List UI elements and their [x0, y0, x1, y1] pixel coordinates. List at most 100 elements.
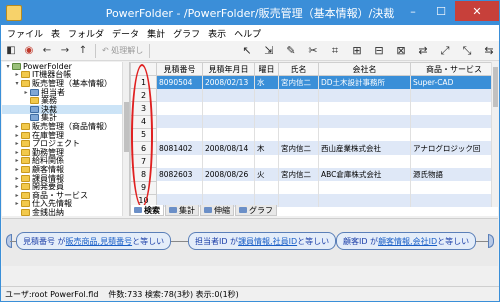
table-cell[interactable] [318, 115, 411, 129]
table-cell[interactable]: アナログロジック回 [410, 141, 498, 155]
tree-item[interactable]: ▸ 給料関係 [2, 156, 129, 165]
up-arrow-icon[interactable]: ↑ [75, 43, 91, 59]
tool-c-icon[interactable]: ✎ [281, 43, 301, 59]
undo-process-button[interactable]: ↶ 処理解し [100, 43, 145, 59]
expander-icon[interactable]: ▸ [22, 88, 30, 97]
table-cell[interactable] [202, 101, 255, 116]
table-cell[interactable] [156, 88, 203, 102]
tree-item[interactable]: ▸ 担当者 [2, 88, 129, 97]
table-cell[interactable] [318, 88, 411, 102]
table-cell[interactable] [278, 154, 319, 168]
table-cell[interactable] [202, 181, 255, 195]
table-cell[interactable] [202, 154, 255, 168]
table-row[interactable]: 3 [130, 101, 498, 116]
table-cell[interactable]: 8081402 [156, 141, 203, 155]
table-cell[interactable]: Super-CAD [410, 75, 498, 89]
table-cell[interactable] [254, 154, 279, 168]
col-header[interactable]: 曜日 [254, 62, 279, 76]
table-cell[interactable] [202, 115, 255, 129]
table-row[interactable]: 6 8081402 2008/08/14 木宮内信二 西山産業株式会社 アナログロジック回 [130, 140, 498, 156]
expander-icon[interactable]: ▾ [4, 62, 12, 71]
table-cell[interactable]: 8082603 [156, 167, 203, 181]
menu-help[interactable]: ヘルプ [230, 27, 265, 40]
close-button[interactable]: ✕ [455, 1, 499, 21]
table-row[interactable]: 8 8082603 2008/08/26 火宮内信二 ABC倉庫株式会社 源氏物語 [130, 167, 498, 182]
table-cell[interactable] [318, 194, 411, 207]
table-cell[interactable]: 2008/02/13 [202, 75, 255, 89]
table-row[interactable]: 7 [130, 154, 498, 169]
tree-item[interactable]: ▸ 在庫管理 [2, 131, 129, 140]
table-row[interactable]: 5 [130, 127, 498, 142]
table-cell[interactable]: 水 [254, 75, 279, 89]
table-cell[interactable] [318, 181, 411, 195]
tree-item[interactable]: ▸ 販売管理（商品情報） [2, 122, 129, 131]
col-header[interactable]: 見積番号 [156, 62, 203, 76]
tree-item[interactable]: ▾ 販売管理（基本情報） [2, 79, 129, 88]
table-cell[interactable] [278, 181, 319, 195]
table-cell[interactable] [156, 154, 203, 168]
tree-item[interactable]: ▸ 課員情報 [2, 174, 129, 183]
table-cell[interactable] [278, 88, 319, 102]
tree-item[interactable]: 業務 [2, 96, 129, 105]
table-cell[interactable] [410, 181, 498, 195]
table-row[interactable]: 2 [130, 88, 498, 103]
tool-j-icon[interactable]: ⤢ [435, 43, 455, 59]
forward-arrow-icon[interactable]: → [57, 43, 73, 59]
row-number[interactable]: 4 [130, 114, 157, 129]
back-arrow-icon[interactable]: ← [39, 43, 55, 59]
table-cell[interactable] [202, 128, 255, 142]
filter-chip-staff[interactable]: 担当者ID が 課員情報,社員ID と等しい [188, 232, 337, 250]
tree-item[interactable]: ▸ 顧客情報 [2, 165, 129, 174]
menu-table[interactable]: 表 [47, 27, 64, 40]
row-number[interactable]: 3 [130, 101, 157, 116]
tree-scrollbar[interactable] [122, 62, 129, 216]
tab-search[interactable]: 検索 [130, 205, 164, 216]
table-row[interactable]: 9 [130, 180, 498, 195]
tab-aggregate[interactable]: 集計 [165, 205, 199, 216]
table-cell[interactable]: 源氏物語 [410, 167, 498, 181]
tree-item[interactable]: 決裁 [2, 105, 129, 114]
table-cell[interactable]: 8090504 [156, 75, 203, 89]
row-number[interactable]: 5 [130, 127, 157, 142]
table-cell[interactable] [410, 194, 498, 207]
table-cell[interactable]: ABC倉庫株式会社 [318, 167, 411, 181]
row-number[interactable]: 8 [130, 167, 157, 182]
tree-item[interactable]: 金銭出納 [2, 208, 129, 216]
table-row[interactable]: 4 [130, 114, 498, 129]
table-cell[interactable] [410, 101, 498, 116]
table-cell[interactable] [156, 128, 203, 142]
minimize-button[interactable]: – [399, 1, 427, 21]
table-cell[interactable] [202, 88, 255, 102]
table-cell[interactable] [156, 101, 203, 116]
maximize-button[interactable]: ☐ [427, 1, 455, 21]
eye-icon[interactable]: ◉ [21, 43, 37, 59]
tree-item[interactable]: 集計 [2, 113, 129, 122]
row-number[interactable]: 6 [130, 140, 157, 156]
table-cell[interactable] [278, 128, 319, 142]
table-cell[interactable] [318, 128, 411, 142]
grid-scrollbar[interactable] [491, 62, 498, 207]
menu-file[interactable]: ファイル [3, 27, 47, 40]
table-row[interactable]: 1 8090504 2008/02/13 水宮内信二 DD土木設計事務所 Super-CA… [130, 74, 498, 90]
col-header[interactable]: 氏名 [278, 62, 319, 76]
tool-a-icon[interactable]: ↖ [237, 43, 257, 59]
expander-icon[interactable]: ▸ [13, 199, 21, 208]
table-cell[interactable]: 宮内信二 [278, 75, 319, 89]
table-cell[interactable]: 2008/08/14 [202, 141, 255, 155]
tab-stretch[interactable]: 伸縮 [200, 205, 234, 216]
tool-d-icon[interactable]: ✂ [303, 43, 323, 59]
menu-graph[interactable]: グラフ [169, 27, 204, 40]
tree-item[interactable]: ▸ IT機器台帳 [2, 70, 129, 79]
tree-item[interactable]: ▸ 開発要員 [2, 182, 129, 191]
tool-b-icon[interactable]: ⇲ [259, 43, 279, 59]
tool-g-icon[interactable]: ⊟ [369, 43, 389, 59]
table-cell[interactable]: 西山産業株式会社 [318, 141, 411, 155]
table-cell[interactable] [156, 115, 203, 129]
table-cell[interactable] [318, 154, 411, 168]
tree-item[interactable]: ▸ 仕入先情報 [2, 199, 129, 208]
menu-view[interactable]: 表示 [204, 27, 230, 40]
corner-cell[interactable] [130, 62, 157, 76]
table-cell[interactable] [254, 101, 279, 116]
table-cell[interactable] [278, 101, 319, 116]
col-header[interactable]: 商品・サービス [410, 62, 498, 76]
